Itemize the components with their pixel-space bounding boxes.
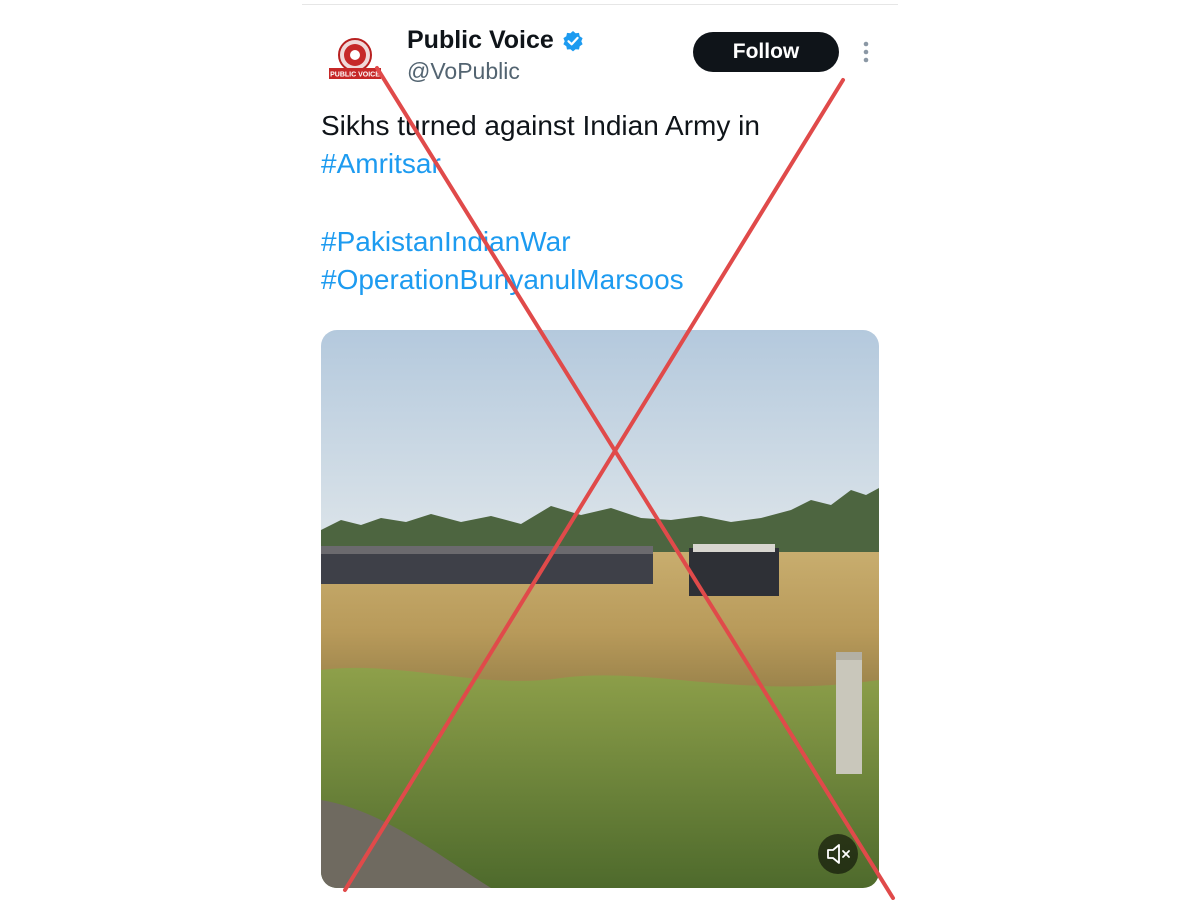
author-handle[interactable]: @VoPublic <box>407 58 520 85</box>
speaker-muted-icon <box>827 844 850 864</box>
mute-toggle-button[interactable] <box>818 834 858 874</box>
video-frame <box>321 330 879 888</box>
verified-badge-icon <box>563 31 583 52</box>
avatar-logo-text: PUBLIC VOICE <box>330 72 380 79</box>
follow-button[interactable]: Follow <box>693 32 839 72</box>
tweet-text-line: Sikhs turned against Indian Army in <box>321 110 760 141</box>
hashtag-link[interactable]: #OperationBunyanulMarsoos <box>321 264 684 296</box>
hashtag-link[interactable]: #Amritsar <box>321 148 441 180</box>
hashtag-link[interactable]: #PakistanIndianWar <box>321 226 571 258</box>
more-options-icon[interactable] <box>856 38 876 66</box>
author-display-name[interactable]: Public Voice <box>407 26 554 55</box>
avatar[interactable]: PUBLIC VOICE <box>328 38 382 82</box>
tweet-video[interactable] <box>321 330 879 888</box>
